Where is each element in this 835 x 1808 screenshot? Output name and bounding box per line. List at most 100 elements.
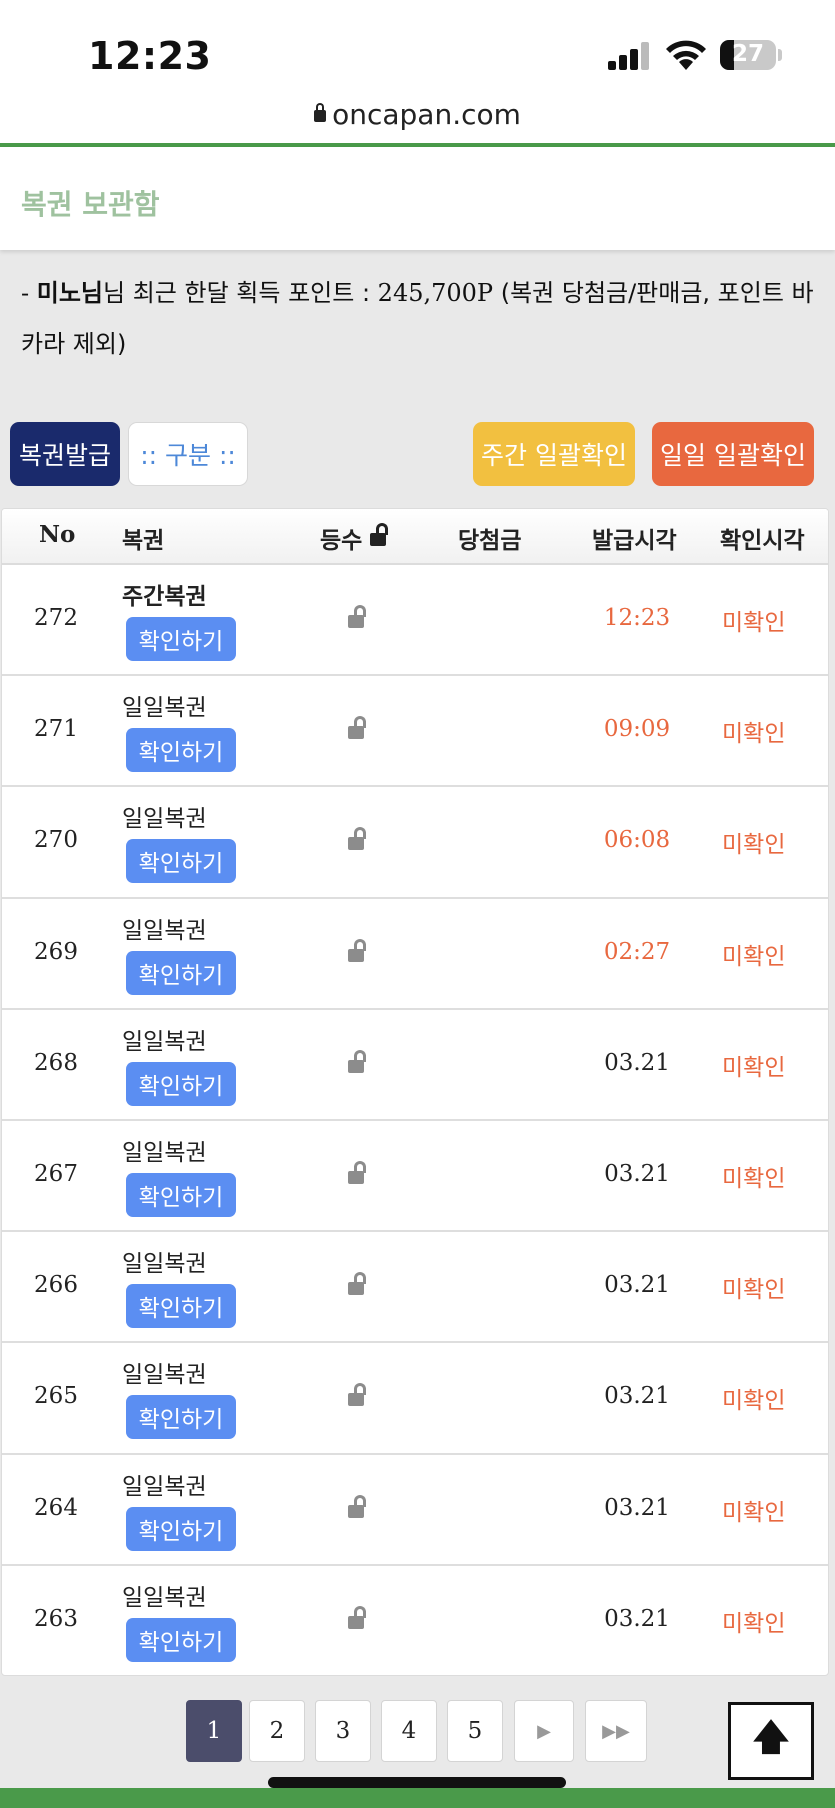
url-text: oncapan.com — [332, 98, 521, 131]
daily-confirm-all-button[interactable]: 일일 일괄확인 — [652, 422, 814, 486]
table-row: 268 일일복권 확인하기 03.21 미확인 — [2, 1010, 828, 1121]
row-no: 269 — [34, 938, 78, 965]
page-header: 복권 보관함 — [0, 147, 835, 250]
unlock-icon[interactable] — [370, 523, 389, 546]
last-page-icon: ▶▶ — [602, 1720, 630, 1742]
row-no: 263 — [34, 1605, 78, 1632]
col-header-name: 복권 — [122, 528, 165, 554]
col-header-grade[interactable]: 등수 — [320, 521, 389, 555]
col-header-prize: 당첨금 — [458, 528, 522, 554]
table-row: 270 일일복권 확인하기 06:08 미확인 — [2, 787, 828, 899]
unlock-icon — [348, 1383, 366, 1407]
table-row: 266 일일복권 확인하기 03.21 미확인 — [2, 1232, 828, 1344]
row-no: 270 — [34, 827, 78, 854]
row-issued-time: 03.21 — [604, 1049, 670, 1076]
row-issued-time: 12:23 — [603, 605, 671, 631]
check-lottery-button[interactable]: 확인하기 — [126, 1284, 236, 1329]
row-issued-time: 09:09 — [603, 716, 671, 743]
row-issued-time: 02:27 — [603, 938, 671, 965]
row-issued-time: 03.21 — [604, 1160, 670, 1187]
home-indicator[interactable] — [268, 1777, 566, 1788]
row-no: 271 — [34, 716, 78, 743]
page-button-2[interactable]: 2 — [249, 1700, 305, 1762]
check-lottery-button[interactable]: 확인하기 — [126, 617, 236, 661]
points-value: 245,700P — [377, 279, 494, 307]
scroll-to-top-button[interactable]: 🡅 — [728, 1702, 814, 1780]
row-grade — [348, 1383, 366, 1410]
table-row: 267 일일복권 확인하기 03.21 미확인 — [2, 1121, 828, 1233]
unlock-icon — [348, 1494, 366, 1518]
row-grade — [348, 605, 366, 632]
row-grade — [348, 1272, 366, 1299]
page-button-5[interactable]: 5 — [447, 1700, 503, 1762]
check-lottery-button[interactable]: 확인하기 — [126, 839, 236, 884]
row-checked-status: 미확인 — [722, 1388, 786, 1415]
table-row: 264 일일복권확인하기 03.21 미확인 — [2, 1455, 828, 1566]
table-body: 272 주간복권 확인하기 12:23 미확인 271 일일복권 확인하기 09:09 미확인 27… — [2, 565, 828, 1675]
row-lottery-name: 일일복권 — [122, 1473, 207, 1500]
table-header: No 복권 등수 당첨금 발급시각 확인시각 — [2, 509, 828, 565]
row-lottery-name: 일일복권 — [122, 917, 207, 944]
row-grade — [348, 1160, 366, 1188]
category-select[interactable]: :: 구분 :: — [128, 422, 248, 486]
check-lottery-button[interactable]: 확인하기 — [126, 728, 236, 773]
last-page-button[interactable]: ▶▶ — [585, 1700, 647, 1762]
table-row: 265 일일복권 확인하기 03.21 미확인 — [2, 1343, 828, 1455]
row-lottery-name: 일일복권 — [122, 695, 207, 722]
lock-icon — [314, 103, 327, 122]
row-lottery-name: 일일복권 — [122, 1028, 207, 1055]
address-bar[interactable]: oncapan.com — [0, 98, 835, 131]
unlock-icon — [348, 1605, 366, 1629]
row-checked-status: 미확인 — [722, 943, 786, 970]
page-title: 복권 보관함 — [21, 188, 160, 221]
row-issued-time: 03.21 — [604, 1383, 670, 1410]
points-summary: - 미노님님 최근 한달 획득 포인트 : 245,700P (복권 당첨금/판… — [21, 268, 821, 370]
check-lottery-button[interactable]: 확인하기 — [126, 1617, 236, 1662]
status-time: 12:23 — [88, 34, 212, 78]
page-button-1[interactable]: 1 — [186, 1700, 242, 1762]
check-lottery-button[interactable]: 확인하기 — [126, 1506, 236, 1551]
row-grade — [348, 716, 366, 743]
check-lottery-button[interactable]: 확인하기 — [126, 1395, 236, 1440]
cellular-signal-icon — [608, 42, 652, 70]
col-header-issued: 발급시각 — [592, 528, 677, 554]
check-lottery-button[interactable]: 확인하기 — [126, 950, 236, 995]
row-lottery-name: 주간복권 — [122, 584, 207, 610]
footer-bar — [0, 1788, 835, 1808]
row-grade — [348, 1605, 366, 1633]
row-checked-status: 미확인 — [722, 1610, 786, 1637]
table-row: 271 일일복권확인하기 09:09 미확인 — [2, 676, 828, 788]
unlock-icon — [348, 827, 366, 851]
arrow-up-icon: 🡅 — [752, 1716, 790, 1758]
next-page-button[interactable]: ▶ — [514, 1700, 574, 1762]
check-lottery-button[interactable]: 확인하기 — [126, 1172, 236, 1217]
check-lottery-button[interactable]: 확인하기 — [126, 1061, 236, 1106]
wifi-icon — [666, 40, 706, 70]
row-grade — [348, 1049, 366, 1077]
page-button-3[interactable]: 3 — [315, 1700, 371, 1762]
unlock-icon — [348, 1272, 366, 1296]
table-row: 269 일일복권확인하기 02:27 미확인 — [2, 899, 828, 1010]
col-header-checked: 확인시각 — [720, 528, 805, 554]
weekly-confirm-all-button[interactable]: 주간 일괄확인 — [473, 422, 635, 486]
row-grade — [348, 938, 366, 966]
lottery-table: No 복권 등수 당첨금 발급시각 확인시각 272 주간복권확인하기 12:23 미… — [1, 508, 829, 1676]
row-checked-status: 미확인 — [722, 610, 786, 636]
unlock-icon — [348, 938, 366, 962]
points-label: 님 최근 한달 획득 포인트 : — [103, 279, 378, 307]
row-no: 272 — [34, 605, 78, 631]
col-header-grade-label: 등수 — [320, 528, 363, 554]
page-button-4[interactable]: 4 — [381, 1700, 437, 1762]
table-row: 263 일일복권 확인하기 03.21 미확인 — [2, 1566, 828, 1675]
row-lottery-name: 일일복권 — [122, 1362, 207, 1389]
row-no: 264 — [34, 1494, 78, 1521]
row-checked-status: 미확인 — [722, 832, 786, 859]
row-no: 266 — [34, 1272, 78, 1299]
points-prefix: - — [21, 279, 37, 307]
row-checked-status: 미확인 — [722, 721, 786, 748]
row-issued-time: 03.21 — [604, 1272, 670, 1299]
row-checked-status: 미확인 — [722, 1499, 786, 1526]
issue-lottery-button[interactable]: 복권발급 — [10, 422, 120, 486]
unlock-icon — [348, 605, 366, 628]
row-issued-time: 03.21 — [604, 1494, 670, 1521]
